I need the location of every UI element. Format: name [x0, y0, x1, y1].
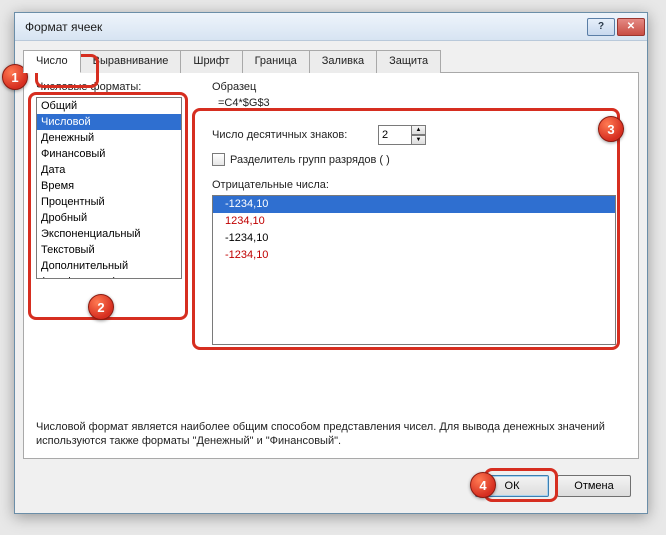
- list-item[interactable]: Общий: [37, 98, 181, 114]
- decimal-places-spinner[interactable]: ▲ ▼: [378, 125, 426, 145]
- dialog-format-cells: Формат ячеек ? ✕ Число Выравнивание Шриф…: [14, 12, 648, 514]
- list-item[interactable]: -1234,10: [213, 196, 615, 213]
- tabstrip: Число Выравнивание Шрифт Граница Заливка…: [23, 49, 639, 73]
- list-item[interactable]: Финансовый: [37, 146, 181, 162]
- list-item[interactable]: Дата: [37, 162, 181, 178]
- list-item[interactable]: -1234,10: [213, 247, 615, 264]
- list-item[interactable]: Денежный: [37, 130, 181, 146]
- list-item[interactable]: -1234,10: [213, 230, 615, 247]
- ok-button[interactable]: ОК: [475, 475, 549, 497]
- list-item[interactable]: (все форматы): [37, 274, 181, 279]
- help-button[interactable]: ?: [587, 18, 615, 36]
- cancel-button[interactable]: Отмена: [557, 475, 631, 497]
- list-item[interactable]: Числовой: [37, 114, 181, 130]
- list-item[interactable]: Экспоненциальный: [37, 226, 181, 242]
- tab-number[interactable]: Число: [23, 50, 81, 73]
- thousands-separator-label: Разделитель групп разрядов ( ): [230, 154, 390, 166]
- negative-numbers-listbox[interactable]: -1234,10 1234,10 -1234,10 -1234,10: [212, 195, 616, 345]
- list-item[interactable]: Дробный: [37, 210, 181, 226]
- tab-panel-number: Числовые форматы: Общий Числовой Денежны…: [23, 73, 639, 459]
- format-description: Числовой формат является наиболее общим …: [36, 420, 626, 448]
- tab-protection[interactable]: Защита: [376, 50, 441, 73]
- list-item[interactable]: Процентный: [37, 194, 181, 210]
- list-item[interactable]: Дополнительный: [37, 258, 181, 274]
- tab-border[interactable]: Граница: [242, 50, 310, 73]
- titlebar[interactable]: Формат ячеек ? ✕: [15, 13, 647, 41]
- sample-label: Образец: [212, 81, 256, 93]
- list-item[interactable]: 1234,10: [213, 213, 615, 230]
- decimal-places-input[interactable]: [378, 125, 412, 145]
- formats-listbox[interactable]: Общий Числовой Денежный Финансовый Дата …: [36, 97, 182, 279]
- tab-alignment[interactable]: Выравнивание: [80, 50, 182, 73]
- spinner-down-icon[interactable]: ▼: [412, 135, 426, 145]
- negative-numbers-label: Отрицательные числа:: [212, 179, 329, 191]
- list-item[interactable]: Текстовый: [37, 242, 181, 258]
- window-title: Формат ячеек: [25, 20, 587, 34]
- formats-label: Числовые форматы:: [36, 81, 141, 93]
- thousands-separator-checkbox[interactable]: [212, 153, 225, 166]
- close-button[interactable]: ✕: [617, 18, 645, 36]
- tab-fill[interactable]: Заливка: [309, 50, 377, 73]
- list-item[interactable]: Время: [37, 178, 181, 194]
- sample-value: =C4*$G$3: [212, 95, 612, 115]
- spinner-up-icon[interactable]: ▲: [412, 125, 426, 135]
- decimal-places-label: Число десятичных знаков:: [212, 129, 347, 141]
- tab-font[interactable]: Шрифт: [180, 50, 242, 73]
